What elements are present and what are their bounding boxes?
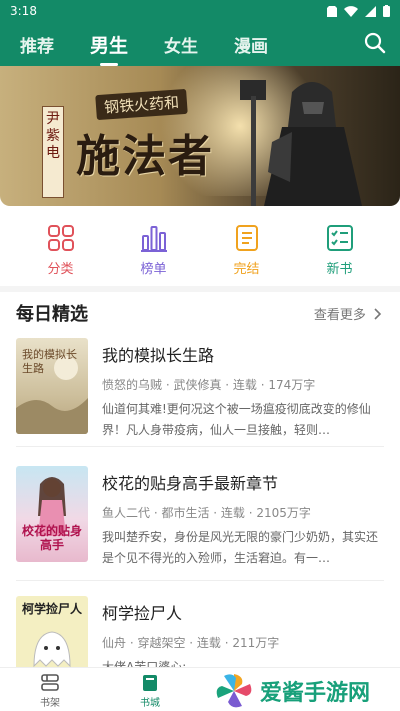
nav-bookstore[interactable]: 书城 <box>100 668 200 711</box>
book-title: 我的模拟长生路 <box>102 346 215 365</box>
watermark-text: 爱酱手游网 <box>260 681 371 706</box>
tab-comics[interactable]: 漫画 <box>234 32 268 57</box>
category-classify[interactable]: 分类 <box>31 224 91 284</box>
book-cover: 校花的贴身高手 <box>16 466 88 562</box>
banner-carousel[interactable]: 尹紫电 钢铁火药和 施法者 <box>0 66 400 206</box>
category-new-books[interactable]: 新书 <box>310 224 370 284</box>
book-description: 我叫楚乔安，身份是风光无限的豪门少奶奶，其实还是个见不得光的入殓师，生活窘迫。有… <box>102 530 379 565</box>
book-meta: 鱼人二代 · 都市生活 · 连载 · 2105万字 <box>102 506 311 520</box>
banner-author-seal: 尹紫电 <box>42 106 64 198</box>
book-title: 校花的贴身高手最新章节 <box>102 474 279 493</box>
book-title: 柯学捡尸人 <box>102 604 183 623</box>
cover-title: 我的模拟长生路 <box>22 348 77 375</box>
category-ranking[interactable]: 榜单 <box>124 224 184 284</box>
cover-title: 校花的贴身高手 <box>21 524 82 552</box>
book-meta: 愤怒的乌贼 · 武侠修真 · 连载 · 174万字 <box>102 378 316 392</box>
document-icon <box>235 225 258 251</box>
bookshelf-icon <box>41 674 59 691</box>
category-label: 新书 <box>326 262 353 277</box>
category-finished[interactable]: 完结 <box>217 224 277 284</box>
category-label: 榜单 <box>140 262 167 277</box>
see-more-label: 查看更多 <box>313 308 366 323</box>
pinwheel-logo-icon <box>216 674 252 708</box>
banner-title: 施法者 <box>76 131 214 182</box>
checklist-icon <box>326 225 353 251</box>
grid-icon <box>47 225 74 251</box>
book-meta: 仙舟 · 穿越架空 · 连载 · 211万字 <box>102 636 280 650</box>
book-item[interactable]: 校花的贴身高手 校花的贴身高手最新章节 鱼人二代 · 都市生活 · 连载 · 2… <box>16 466 384 566</box>
book-description: 仙道何其难!更何况这个被一场瘟疫彻底改变的修仙界！凡人身带疫病，仙人一旦接触，轻… <box>102 402 371 437</box>
signal-icon <box>365 5 376 17</box>
nav-label: 书城 <box>140 698 160 709</box>
top-tabs: 推荐 男生 女生 漫画 <box>0 22 400 66</box>
book-cover: 我的模拟长生路 <box>16 338 88 434</box>
cover-title: 柯学捡尸人 <box>21 602 82 616</box>
banner-knight-illustration <box>240 80 362 206</box>
list-divider <box>16 446 384 447</box>
tab-male[interactable]: 男生 <box>90 31 128 66</box>
chevron-right-icon <box>374 308 382 320</box>
category-label: 完结 <box>233 262 260 277</box>
category-label: 分类 <box>47 262 74 277</box>
tab-recommend[interactable]: 推荐 <box>20 32 54 57</box>
bar-chart-icon <box>140 226 167 252</box>
nav-bookshelf[interactable]: 书架 <box>0 668 100 711</box>
tab-female[interactable]: 女生 <box>164 32 198 57</box>
list-divider <box>16 580 384 581</box>
section-title: 每日精选 <box>16 304 88 325</box>
status-icons <box>327 5 390 17</box>
search-icon[interactable] <box>364 32 386 54</box>
battery-icon <box>383 5 390 17</box>
nav-label: 书架 <box>40 698 60 709</box>
status-bar: 3:18 <box>0 0 400 22</box>
sd-card-icon <box>327 5 337 17</box>
section-separator <box>0 286 400 292</box>
book-item[interactable]: 我的模拟长生路 我的模拟长生路 愤怒的乌贼 · 武侠修真 · 连载 · 174万… <box>16 338 384 438</box>
watermark: 爱酱手游网 <box>212 672 370 710</box>
status-time: 3:18 <box>10 4 37 18</box>
book-info: 我的模拟长生路 愤怒的乌贼 · 武侠修真 · 连载 · 174万字 仙道何其难!… <box>102 338 384 441</box>
category-shortcuts: 分类 榜单 完结 新书 <box>0 224 400 284</box>
book-info: 校花的贴身高手最新章节 鱼人二代 · 都市生活 · 连载 · 2105万字 我叫… <box>102 466 384 569</box>
book-icon <box>143 675 157 691</box>
see-more-link[interactable]: 查看更多 <box>314 304 382 323</box>
wifi-icon <box>344 5 358 17</box>
